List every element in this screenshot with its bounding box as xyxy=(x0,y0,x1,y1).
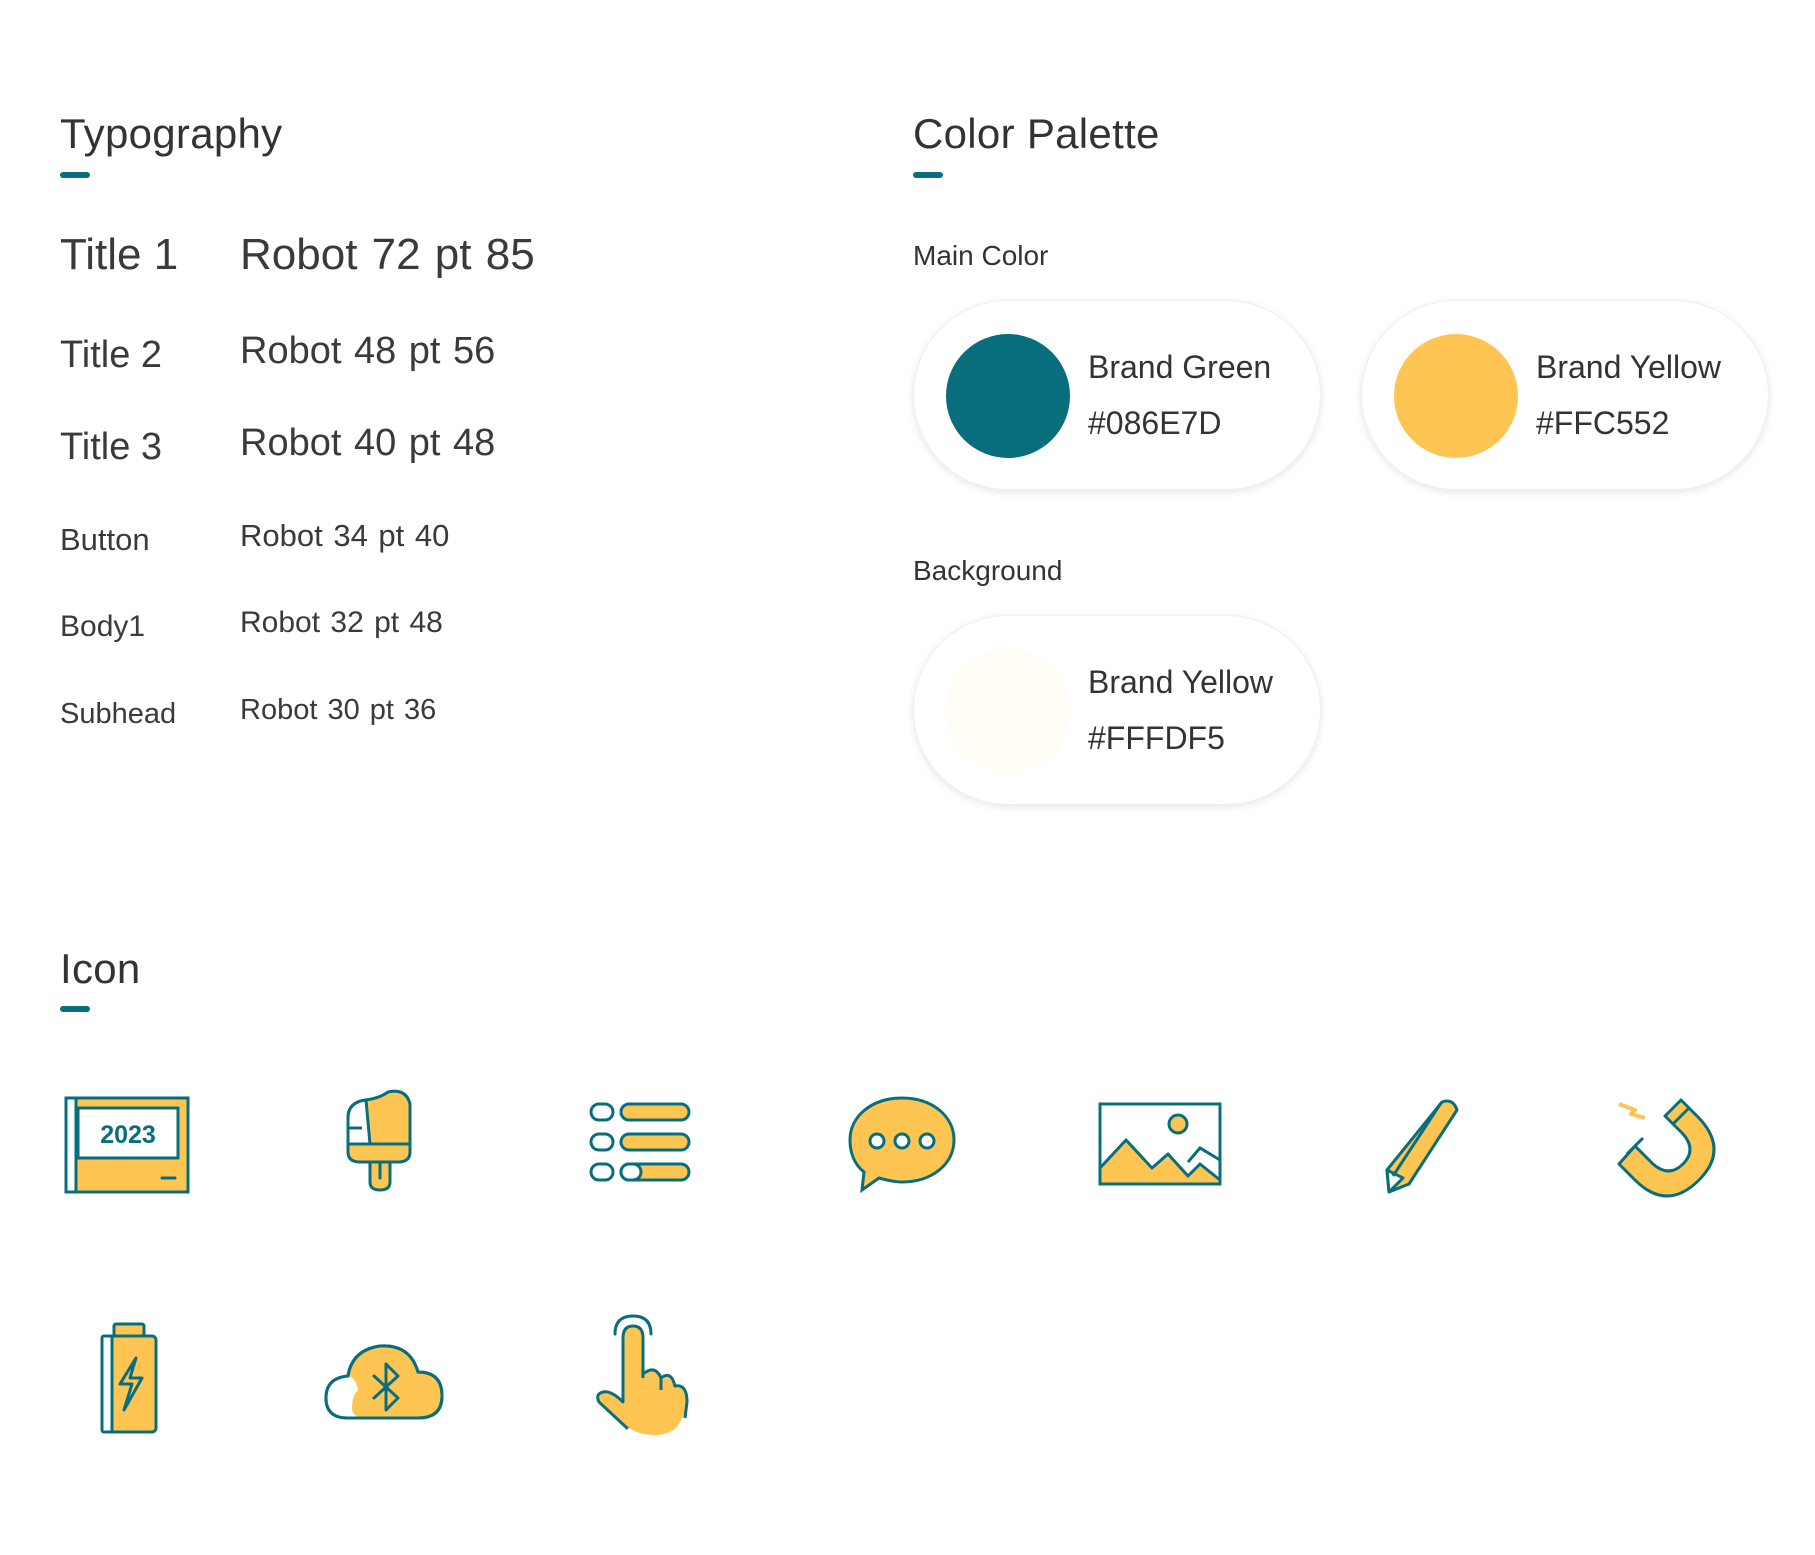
calendar-icon: 2023 xyxy=(60,1088,200,1208)
swatch-circle xyxy=(946,649,1070,773)
typography-title: Typography xyxy=(60,110,283,157)
swatch-hex: #086E7D xyxy=(1088,405,1222,441)
paint-brush-icon xyxy=(318,1088,458,1208)
swatch-card-brand-green: Brand Green #086E7D xyxy=(913,300,1321,490)
palette-underline xyxy=(913,172,943,178)
typo-name: Subhead xyxy=(60,698,177,730)
typo-spec: Robot 40 pt 48 xyxy=(240,422,496,464)
list-icon xyxy=(575,1088,715,1208)
cloud-bluetooth-icon xyxy=(318,1318,458,1438)
calendar-year: 2023 xyxy=(100,1121,156,1149)
swatch-name: Brand Yellow xyxy=(1536,349,1722,385)
typo-name: Title 1 xyxy=(60,230,179,279)
swatch-circle xyxy=(1394,334,1518,458)
pencil-icon xyxy=(1347,1088,1487,1208)
swatch-card-brand-yellow: Brand Yellow #FFC552 xyxy=(1361,300,1769,490)
typo-name: Title 2 xyxy=(60,334,163,376)
typo-name: Button xyxy=(60,522,150,557)
palette-title: Color Palette xyxy=(913,110,1160,157)
magnet-icon xyxy=(1605,1088,1745,1208)
swatch-name: Brand Green xyxy=(1088,349,1272,385)
typo-spec: Robot 48 pt 56 xyxy=(240,330,496,372)
typo-spec: Robot 34 pt 40 xyxy=(240,518,450,553)
battery-charging-icon xyxy=(60,1318,200,1438)
swatch-circle xyxy=(946,334,1070,458)
tap-hand-icon xyxy=(575,1314,715,1442)
swatch-hex: #FFC552 xyxy=(1536,405,1670,441)
typography-underline xyxy=(60,172,90,178)
swatch-card-background-yellow: Brand Yellow #FFFDF5 xyxy=(913,615,1321,805)
icon-title: Icon xyxy=(60,945,141,992)
typo-spec: Robot 30 pt 36 xyxy=(240,694,437,726)
background-label: Background xyxy=(913,555,1063,586)
typo-spec: Robot 72 pt 85 xyxy=(240,230,535,279)
icon-underline xyxy=(60,1006,90,1012)
swatch-name: Brand Yellow xyxy=(1088,664,1274,700)
typo-name: Body1 xyxy=(60,610,146,643)
chat-bubble-icon xyxy=(832,1088,972,1208)
main-color-label: Main Color xyxy=(913,240,1049,271)
swatch-hex: #FFFDF5 xyxy=(1088,720,1225,756)
image-icon xyxy=(1090,1088,1230,1208)
typo-spec: Robot 32 pt 48 xyxy=(240,606,443,639)
typo-name: Title 3 xyxy=(60,426,163,468)
